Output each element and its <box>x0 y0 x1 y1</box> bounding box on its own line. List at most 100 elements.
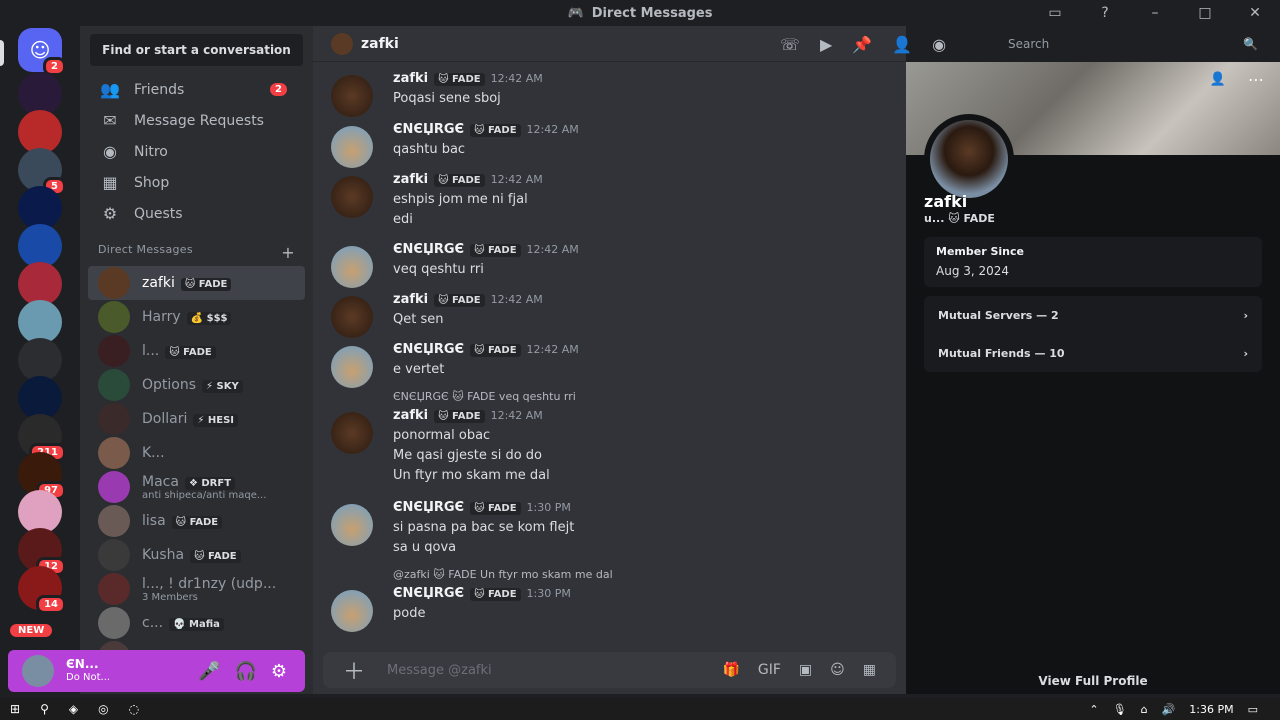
server-icon[interactable]: 14 <box>18 566 66 614</box>
pin-icon[interactable]: 📌 <box>852 35 872 54</box>
settings-icon[interactable]: ⚙ <box>271 661 287 682</box>
volume-icon[interactable]: 🔊 <box>1162 703 1176 716</box>
author-name[interactable]: zafki <box>393 71 428 86</box>
nav-message-requests[interactable]: ✉ Message Requests <box>88 105 305 136</box>
nav-shop[interactable]: ▦ Shop <box>88 167 305 198</box>
profile-avatar[interactable] <box>924 114 1014 204</box>
avatar[interactable] <box>331 504 373 546</box>
avatar <box>98 335 130 367</box>
dm-sidebar: Find or start a conversation 👥 Friends 2 ✉… <box>80 26 313 694</box>
mutual-friends-row[interactable]: Mutual Friends — 10 › <box>924 334 1262 372</box>
dm-item[interactable]: l... 🐱 FADE <box>88 334 305 368</box>
app-icon[interactable]: ◌ <box>129 702 139 716</box>
dm-item[interactable]: K... <box>88 436 305 470</box>
search-icon[interactable]: ⚲ <box>40 702 49 716</box>
window-title: Direct Messages <box>591 5 713 21</box>
chrome-icon[interactable]: ◎ <box>98 702 108 716</box>
author-name[interactable]: zafki <box>393 292 428 307</box>
clock[interactable]: 1:36 PM <box>1189 703 1233 716</box>
minimize-button[interactable]: – <box>1130 5 1180 21</box>
apps-icon[interactable]: ▦ <box>863 662 876 678</box>
inbox-icon[interactable]: ▭ <box>1030 5 1080 21</box>
message-header: ЄNЄЏRGЄ 🐱 FADE 12:42 AM <box>393 122 579 137</box>
avatar[interactable] <box>331 412 373 454</box>
dm-item[interactable]: Harry 💰 $$$ <box>88 300 305 334</box>
add-attachment-button[interactable]: ＋ <box>343 654 365 686</box>
dm-name: l..., ! dr1nzy (udp... <box>142 575 277 592</box>
avatar[interactable] <box>331 75 373 117</box>
create-dm-button[interactable]: + <box>281 243 295 262</box>
message-composer[interactable]: ＋ Message @zafki 🎁 GIF ▣ ☺ ▦ <box>323 652 896 688</box>
windows-start-icon[interactable]: ⊞ <box>10 702 20 716</box>
help-icon[interactable]: ? <box>1080 5 1130 21</box>
sticker-icon[interactable]: ▣ <box>799 662 812 678</box>
add-friends-icon[interactable]: 👤 <box>892 35 912 54</box>
author-name[interactable]: zafki <box>393 172 428 187</box>
friends-badge: 2 <box>270 83 287 96</box>
chat-toolbar: ☏ ▶ 📌 👤 ◉ <box>780 26 946 62</box>
avatar[interactable] <box>331 296 373 338</box>
video-call-icon[interactable]: ▶ <box>820 35 832 54</box>
timestamp: 12:42 AM <box>490 409 543 422</box>
dm-item[interactable]: Options ⚡ SKY <box>88 368 305 402</box>
mutual-servers-row[interactable]: Mutual Servers — 2 › <box>924 296 1262 334</box>
gif-icon[interactable]: GIF <box>758 662 781 678</box>
avatar[interactable] <box>331 126 373 168</box>
chevron-up-icon[interactable]: ⌃ <box>1089 703 1098 716</box>
author-name[interactable]: ЄNЄЏRGЄ <box>393 122 464 137</box>
profile-panel: 👤 ⋯ zafki u... 🐱 FADE Member Since Aug 3… <box>906 62 1280 694</box>
dm-item[interactable]: l..., ! dr1nzy (udp... 3 Members <box>88 572 305 606</box>
mutuals-card: Mutual Servers — 2 › Mutual Friends — 10 › <box>924 296 1262 372</box>
profile-name: zafki <box>924 192 968 211</box>
voice-call-icon[interactable]: ☏ <box>780 35 800 54</box>
more-icon[interactable]: ⋯ <box>1248 70 1264 89</box>
nav-friends[interactable]: 👥 Friends 2 <box>88 74 305 105</box>
mute-icon[interactable]: 🎤 <box>198 661 220 682</box>
gift-icon[interactable]: 🎁 <box>722 662 739 678</box>
nav-quests[interactable]: ⚙ Quests <box>88 198 305 229</box>
notifications-icon[interactable]: ▭ <box>1248 703 1258 716</box>
dm-item[interactable]: c... 💀 Mafia <box>88 606 305 640</box>
avatar[interactable] <box>331 346 373 388</box>
deafen-icon[interactable]: 🎧 <box>234 661 256 682</box>
author-name[interactable]: ЄNЄЏRGЄ <box>393 242 464 257</box>
home-button[interactable]: ☺ 2 <box>18 28 66 76</box>
dm-item[interactable]: Kusha 🐱 FADE <box>88 538 305 572</box>
mic-icon[interactable]: 🎙 <box>1113 703 1127 716</box>
add-friend-icon[interactable]: 👤 <box>1210 72 1226 87</box>
author-name[interactable]: ЄNЄЏRGЄ <box>393 586 464 601</box>
search-input[interactable]: Search 🔍 <box>998 32 1266 56</box>
avatar[interactable] <box>331 176 373 218</box>
close-button[interactable]: ✕ <box>1230 5 1280 21</box>
dm-item[interactable]: lisa 🐱 FADE <box>88 504 305 538</box>
guild-tag: 🐱 FADE <box>434 410 485 423</box>
view-full-profile-button[interactable]: View Full Profile <box>906 674 1280 688</box>
reply-preview[interactable]: ЄNЄЏRGЄ 🐱 FADE veq qeshtu rri <box>393 390 576 403</box>
emoji-icon[interactable]: ☺ <box>830 662 845 678</box>
avatar[interactable] <box>331 590 373 632</box>
user-profile-icon[interactable]: ◉ <box>932 35 946 54</box>
dm-item[interactable]: Dollari ⚡ HESI <box>88 402 305 436</box>
recipient-name: zafki <box>361 35 399 52</box>
guild-tag: 💀 Mafia <box>169 618 224 631</box>
message-header: zafki 🐱 FADE 12:42 AM <box>393 292 543 307</box>
find-conversation-button[interactable]: Find or start a conversation <box>90 34 303 66</box>
network-icon[interactable]: ⌂ <box>1141 703 1148 716</box>
nav-label: Shop <box>134 174 170 191</box>
nav-nitro[interactable]: ◉ Nitro <box>88 136 305 167</box>
chevron-right-icon: › <box>1243 346 1248 360</box>
dm-name: Maca <box>142 473 179 490</box>
maximize-button[interactable]: □ <box>1180 5 1230 21</box>
reply-preview[interactable]: @zafki 🐱 FADE Un ftyr mo skam me dal <box>393 568 613 581</box>
dm-item[interactable]: zafki 🐱 FADE <box>88 266 305 300</box>
avatar[interactable] <box>331 246 373 288</box>
guild-tag: 🐱 FADE <box>434 174 485 187</box>
author-name[interactable]: ЄNЄЏRGЄ <box>393 342 464 357</box>
author-name[interactable]: zafki <box>393 408 428 423</box>
author-name[interactable]: ЄNЄЏRGЄ <box>393 500 464 515</box>
new-badge: NEW <box>10 624 53 637</box>
dm-item[interactable]: Maca ❖ DRFT anti shipeca/anti maqe... <box>88 470 305 504</box>
avatar[interactable] <box>22 655 54 687</box>
discord-taskbar-icon[interactable]: ◈ <box>69 702 78 716</box>
timestamp: 12:42 AM <box>526 343 579 356</box>
